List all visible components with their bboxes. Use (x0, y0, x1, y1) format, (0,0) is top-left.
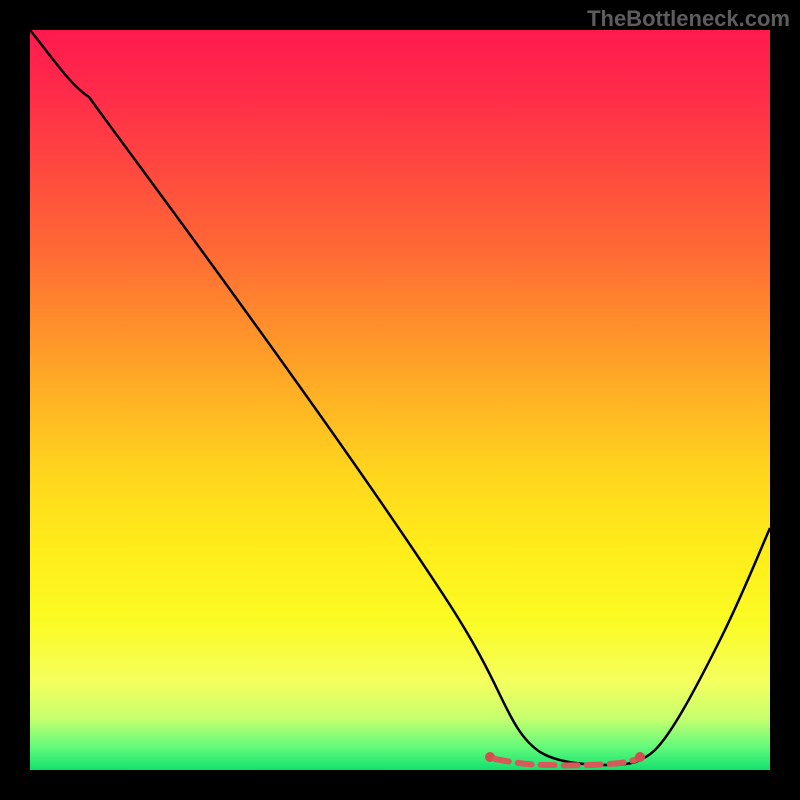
watermark-text: TheBottleneck.com (587, 6, 790, 32)
plot-area (30, 30, 770, 770)
bottleneck-curve-path (30, 30, 770, 765)
flat-zone-marker (485, 752, 645, 765)
bottleneck-curve-svg (30, 30, 770, 770)
flat-zone-end-dot-icon (635, 752, 645, 762)
chart-container: TheBottleneck.com (0, 0, 800, 800)
